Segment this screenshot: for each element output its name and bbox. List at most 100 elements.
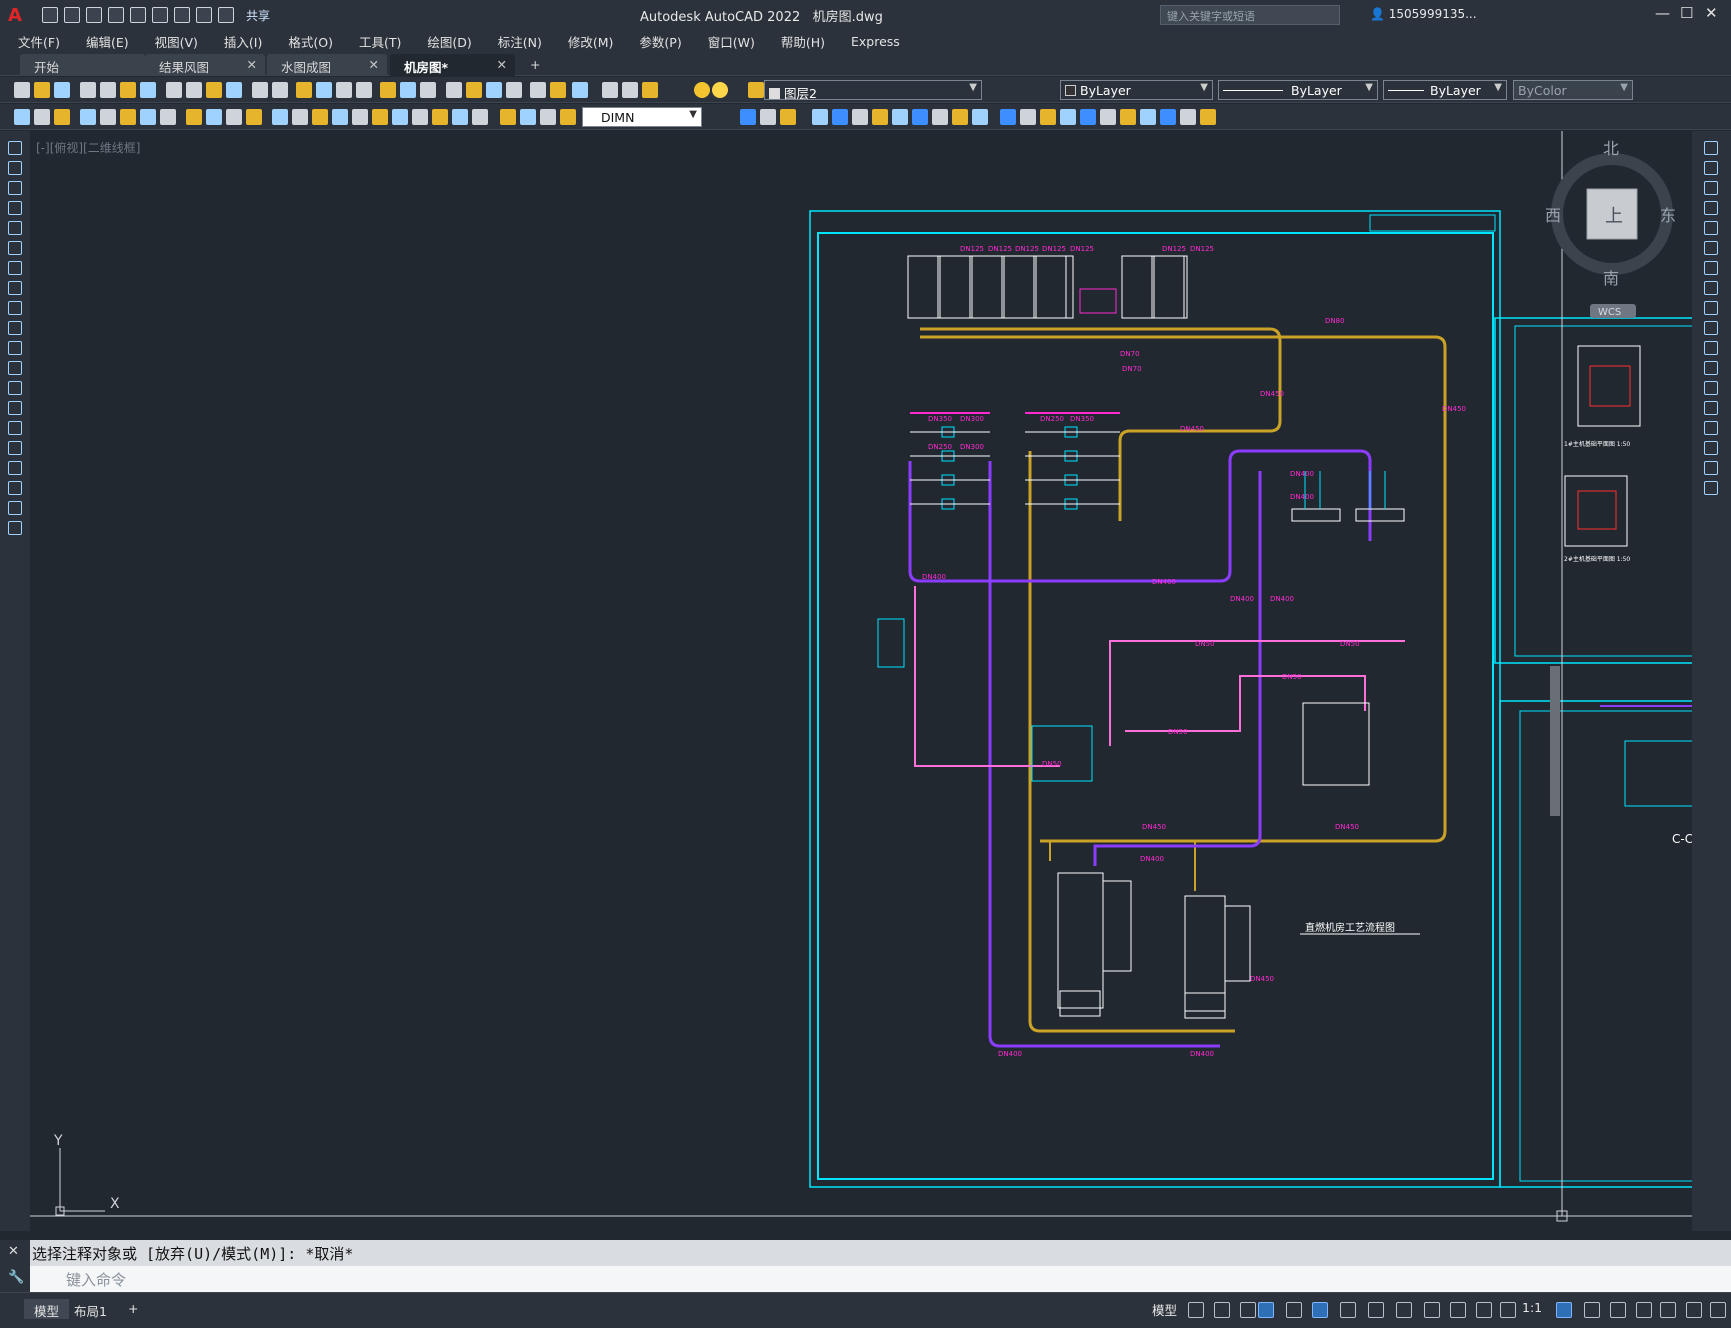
- status-toggle-icon-11[interactable]: [1450, 1302, 1466, 1318]
- close-icon[interactable]: ✕: [497, 57, 507, 72]
- menu-draw[interactable]: 绘图(D): [427, 32, 471, 51]
- status-toggle-icon-17[interactable]: [1636, 1302, 1652, 1318]
- status-toggle-icon-7[interactable]: [1340, 1302, 1356, 1318]
- add-layout-button[interactable]: +: [118, 1299, 148, 1319]
- dimension-icon-24[interactable]: [500, 109, 516, 125]
- modify-icon-13[interactable]: [1000, 109, 1016, 125]
- status-toggle-icon-6[interactable]: [1312, 1302, 1328, 1318]
- draw-tool-icon-3[interactable]: [8, 181, 22, 195]
- wcs-menu[interactable]: WCS: [1598, 307, 1621, 318]
- status-toggle-icon-3[interactable]: [1240, 1302, 1256, 1318]
- redo-icon[interactable]: [218, 7, 234, 23]
- command-input[interactable]: 键入命令: [0, 1266, 1731, 1292]
- status-toggle-icon-10[interactable]: [1424, 1302, 1440, 1318]
- new-icon[interactable]: [42, 7, 58, 23]
- modify-tool-icon-4[interactable]: [1704, 201, 1718, 215]
- dimension-icon-6[interactable]: [120, 109, 136, 125]
- modify-tool-icon-17[interactable]: [1704, 461, 1718, 475]
- standard-icon-21[interactable]: [446, 82, 462, 98]
- draw-tool-icon-7[interactable]: [8, 261, 22, 275]
- tab-machine-room[interactable]: 机房图* ✕: [390, 54, 515, 76]
- menu-tools[interactable]: 工具(T): [359, 32, 401, 51]
- modify-tool-icon-15[interactable]: [1704, 421, 1718, 435]
- viewcube[interactable]: 上 北 南 东 西 WCS: [1545, 139, 1676, 318]
- modify-tool-icon-5[interactable]: [1704, 221, 1718, 235]
- standard-icon-11[interactable]: [226, 82, 242, 98]
- modify-tool-icon-14[interactable]: [1704, 401, 1718, 415]
- draw-tool-icon-16[interactable]: [8, 441, 22, 455]
- status-toggle-icon-19[interactable]: [1686, 1302, 1702, 1318]
- draw-tool-icon-12[interactable]: [8, 361, 22, 375]
- draw-tool-icon-11[interactable]: [8, 341, 22, 355]
- standard-icon-15[interactable]: [316, 82, 332, 98]
- draw-tool-icon-17[interactable]: [8, 461, 22, 475]
- modify-icon-21[interactable]: [1160, 109, 1176, 125]
- modify-icon-17[interactable]: [1080, 109, 1096, 125]
- dimension-icon-13[interactable]: [272, 109, 288, 125]
- menu-express[interactable]: Express: [851, 34, 900, 49]
- open-icon[interactable]: [64, 7, 80, 23]
- search-input[interactable]: 键入关键字或短语: [1160, 5, 1340, 25]
- status-toggle-icon-15[interactable]: [1584, 1302, 1600, 1318]
- standard-icon-24[interactable]: [506, 82, 522, 98]
- modify-icon-19[interactable]: [1120, 109, 1136, 125]
- standard-icon-19[interactable]: [400, 82, 416, 98]
- modify-icon-9[interactable]: [912, 109, 928, 125]
- draw-tool-icon-15[interactable]: [8, 421, 22, 435]
- standard-icon-13[interactable]: [272, 82, 288, 98]
- draw-tool-icon-1[interactable]: [8, 141, 22, 155]
- modify-icon-8[interactable]: [892, 109, 908, 125]
- dimension-icon-5[interactable]: [100, 109, 116, 125]
- modify-icon-14[interactable]: [1020, 109, 1036, 125]
- modify-icon-23[interactable]: [1200, 109, 1216, 125]
- modify-tool-icon-16[interactable]: [1704, 441, 1718, 455]
- dimension-icon-16[interactable]: [332, 109, 348, 125]
- modify-tool-icon-11[interactable]: [1704, 341, 1718, 355]
- draw-tool-icon-20[interactable]: [8, 521, 22, 535]
- dimension-icon-25[interactable]: [520, 109, 536, 125]
- modify-icon-3[interactable]: [780, 109, 796, 125]
- status-toggle-icon-2[interactable]: [1214, 1302, 1230, 1318]
- status-toggle-icon-5[interactable]: [1286, 1302, 1302, 1318]
- standard-icon-20[interactable]: [420, 82, 436, 98]
- viewcube-south[interactable]: 南: [1603, 269, 1619, 288]
- draw-tool-icon-14[interactable]: [8, 401, 22, 415]
- sun-icon[interactable]: [712, 82, 728, 98]
- modify-icon-6[interactable]: [852, 109, 868, 125]
- modify-icon-1[interactable]: [740, 109, 756, 125]
- modify-tool-icon-10[interactable]: [1704, 321, 1718, 335]
- modify-icon-22[interactable]: [1180, 109, 1196, 125]
- modify-icon-4[interactable]: [812, 109, 828, 125]
- standard-icon-28[interactable]: [602, 82, 618, 98]
- menu-modify[interactable]: 修改(M): [568, 32, 614, 51]
- modify-tool-icon-2[interactable]: [1704, 161, 1718, 175]
- maximize-icon[interactable]: ☐: [1680, 4, 1693, 22]
- status-toggle-icon-8[interactable]: [1368, 1302, 1384, 1318]
- status-toggle-icon-18[interactable]: [1660, 1302, 1676, 1318]
- modify-tool-icon-6[interactable]: [1704, 241, 1718, 255]
- tab-start[interactable]: 开始: [20, 54, 145, 76]
- modify-tool-icon-18[interactable]: [1704, 481, 1718, 495]
- draw-tool-icon-4[interactable]: [8, 201, 22, 215]
- modify-tool-icon-12[interactable]: [1704, 361, 1718, 375]
- dimension-icon-27[interactable]: [560, 109, 576, 125]
- standard-icon-23[interactable]: [486, 82, 502, 98]
- standard-icon-16[interactable]: [336, 82, 352, 98]
- standard-icon-22[interactable]: [466, 82, 482, 98]
- dimension-icon-12[interactable]: [246, 109, 262, 125]
- viewcube-west[interactable]: 西: [1545, 206, 1561, 225]
- menu-insert[interactable]: 插入(I): [224, 32, 262, 51]
- share-button[interactable]: 共享: [246, 7, 270, 24]
- menu-file[interactable]: 文件(F): [18, 32, 60, 51]
- draw-tool-icon-9[interactable]: [8, 301, 22, 315]
- modify-icon-5[interactable]: [832, 109, 848, 125]
- modify-icon-18[interactable]: [1100, 109, 1116, 125]
- draw-tool-icon-10[interactable]: [8, 321, 22, 335]
- standard-icon-30[interactable]: [642, 82, 658, 98]
- draw-tool-icon-2[interactable]: [8, 161, 22, 175]
- close-icon[interactable]: ✕: [8, 1244, 19, 1259]
- annotation-scale[interactable]: 1:1: [1522, 1300, 1542, 1315]
- draw-tool-icon-6[interactable]: [8, 241, 22, 255]
- tab-results-air[interactable]: 结果风图 ✕: [145, 54, 265, 76]
- web-open-icon[interactable]: [130, 7, 146, 23]
